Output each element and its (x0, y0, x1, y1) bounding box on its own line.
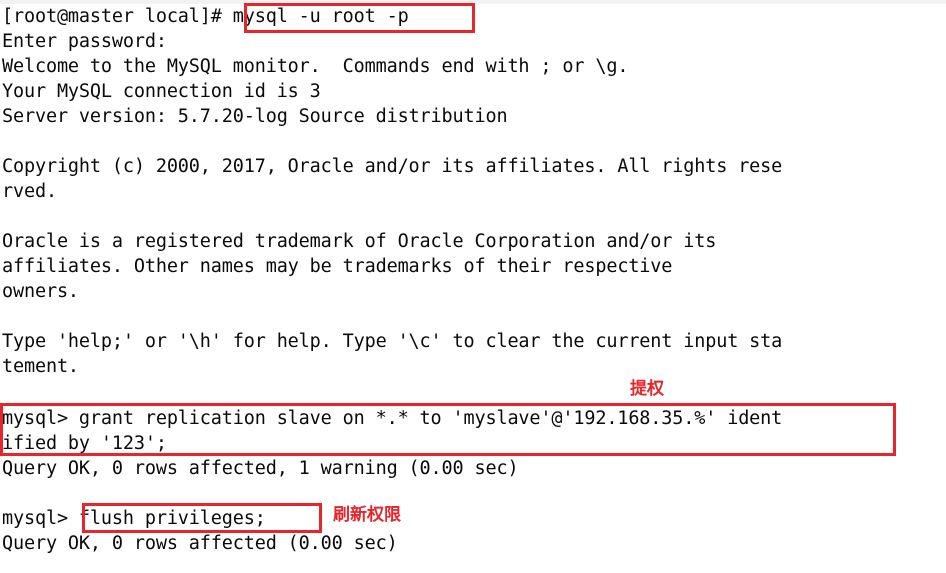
terminal-line: Your MySQL connection id is 3 (2, 81, 321, 102)
terminal-window[interactable]: [root@master local]# mysql -u root -p En… (0, 0, 946, 573)
terminal-line: Oracle is a registered trademark of Orac… (2, 231, 717, 252)
terminal-line: Enter password: (2, 31, 167, 52)
terminal-line: tement. (2, 356, 79, 377)
highlight-box-flush-privileges (82, 503, 322, 533)
highlight-box-mysql-login (244, 3, 475, 33)
terminal-line: Type 'help;' or '\h' for help. Type '\c'… (2, 331, 783, 352)
highlight-box-grant-replication (0, 403, 896, 456)
terminal-line: Server version: 5.7.20-log Source distri… (2, 106, 508, 127)
annotation-grant: 提权 (630, 379, 664, 399)
terminal-line: Query OK, 0 rows affected (0.00 sec) (2, 533, 398, 554)
terminal-line: Copyright (c) 2000, 2017, Oracle and/or … (2, 156, 783, 177)
terminal-line: Query OK, 0 rows affected, 1 warning (0.… (2, 458, 519, 479)
terminal-line: owners. (2, 281, 79, 302)
annotation-flush: 刷新权限 (333, 505, 401, 525)
terminal-line: affiliates. Other names may be trademark… (2, 256, 673, 277)
terminal-line: Welcome to the MySQL monitor. Commands e… (2, 56, 629, 77)
terminal-line: rved. (2, 181, 57, 202)
